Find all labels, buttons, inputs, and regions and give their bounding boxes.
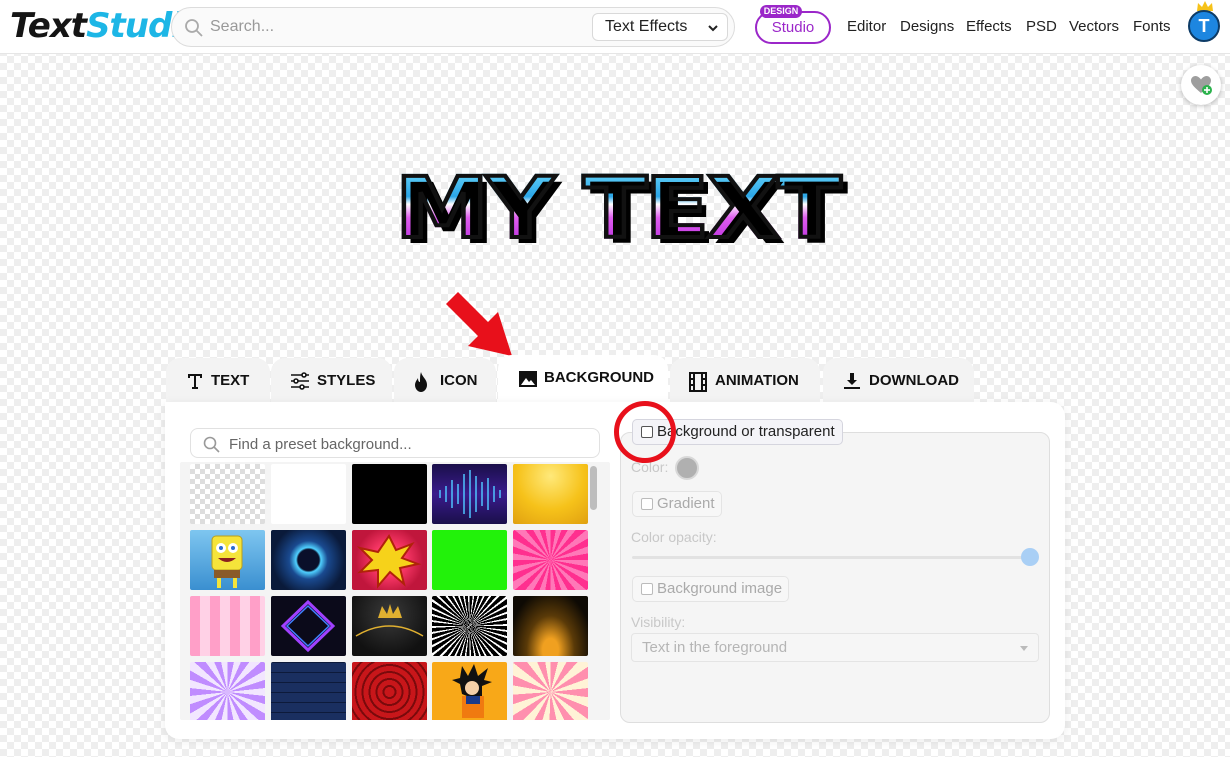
preset-pink-swirl[interactable]: [513, 662, 588, 720]
preset-comic-burst[interactable]: [352, 530, 427, 590]
preset-neon-diamond[interactable]: [271, 596, 346, 656]
red-arrow-annotation: [446, 292, 512, 356]
download-icon: [844, 373, 860, 389]
preset-white[interactable]: [271, 464, 346, 524]
preset-transparent[interactable]: [190, 464, 265, 524]
tab-styles[interactable]: STYLES: [271, 358, 392, 404]
preset-background-search: [190, 428, 600, 458]
preset-yellow-gradient[interactable]: [513, 464, 588, 524]
top-navigation-bar: TextStudio Text Effects Studio DESIGN Ed…: [0, 0, 1230, 54]
visibility-select[interactable]: Text in the foreground: [631, 633, 1039, 662]
tab-text[interactable]: TEXT: [166, 358, 270, 404]
background-image-checkbox[interactable]: Background image: [632, 576, 789, 602]
visibility-label: Visibility:: [631, 614, 686, 630]
red-circle-annotation: [614, 401, 676, 463]
nav-designs[interactable]: Designs: [900, 18, 954, 35]
search-icon: [185, 19, 203, 37]
nav-effects[interactable]: Effects: [966, 18, 1012, 35]
preset-anime-character[interactable]: [432, 662, 507, 720]
category-select-value: Text Effects: [605, 18, 688, 35]
preset-stage-lights[interactable]: [513, 596, 588, 656]
tab-icon[interactable]: ICON: [394, 358, 496, 404]
preset-burst-lines[interactable]: [432, 596, 507, 656]
preset-sponge-cartoon[interactable]: [190, 530, 265, 590]
checkbox-icon: [641, 498, 653, 510]
preset-gold-crown[interactable]: [352, 596, 427, 656]
preset-grid-scrollbar[interactable]: [590, 466, 597, 510]
color-opacity-slider-track[interactable]: [632, 556, 1032, 559]
user-avatar[interactable]: T: [1188, 10, 1220, 42]
nav-vectors[interactable]: Vectors: [1069, 18, 1119, 35]
search-input[interactable]: [210, 14, 580, 40]
add-favorite-button[interactable]: [1181, 65, 1221, 105]
preset-spider-web[interactable]: [352, 662, 427, 720]
nav-editor[interactable]: Editor: [847, 18, 886, 35]
color-opacity-slider-knob[interactable]: [1021, 548, 1039, 566]
preset-blue-eclipse[interactable]: [271, 530, 346, 590]
chevron-down-icon: [1020, 646, 1028, 651]
text-icon: [188, 374, 202, 389]
sliders-icon: [291, 372, 309, 390]
preset-purple-swirl[interactable]: [190, 662, 265, 720]
color-swatch[interactable]: [675, 456, 699, 480]
checkbox-icon: [641, 583, 653, 595]
tab-animation[interactable]: ANIMATION: [670, 358, 820, 404]
search-icon: [203, 436, 220, 453]
preset-sound-wave[interactable]: [432, 464, 507, 524]
preset-black[interactable]: [352, 464, 427, 524]
chevron-down-icon: [708, 25, 718, 32]
category-select[interactable]: Text Effects: [592, 13, 728, 41]
tab-download[interactable]: DOWNLOAD: [823, 358, 974, 404]
site-search-box: Text Effects: [171, 7, 735, 47]
preset-pink-rays[interactable]: [513, 530, 588, 590]
gradient-checkbox[interactable]: Gradient: [632, 491, 722, 517]
film-icon: [689, 372, 707, 392]
preset-background-grid: [180, 462, 610, 720]
preset-pink-flames[interactable]: [190, 596, 265, 656]
preset-brick-wall[interactable]: [271, 662, 346, 720]
preset-green[interactable]: [432, 530, 507, 590]
heart-plus-icon: [1191, 76, 1212, 95]
text-preview[interactable]: MY TEXT: [393, 158, 844, 258]
design-badge: DESIGN: [760, 5, 802, 18]
nav-psd[interactable]: PSD: [1026, 18, 1057, 35]
flame-icon: [415, 372, 427, 392]
preset-background-search-input[interactable]: [229, 433, 589, 455]
nav-fonts[interactable]: Fonts: [1133, 18, 1171, 35]
tab-background[interactable]: BACKGROUND: [498, 355, 668, 404]
color-opacity-label: Color opacity:: [631, 529, 717, 545]
image-icon: [519, 371, 537, 387]
